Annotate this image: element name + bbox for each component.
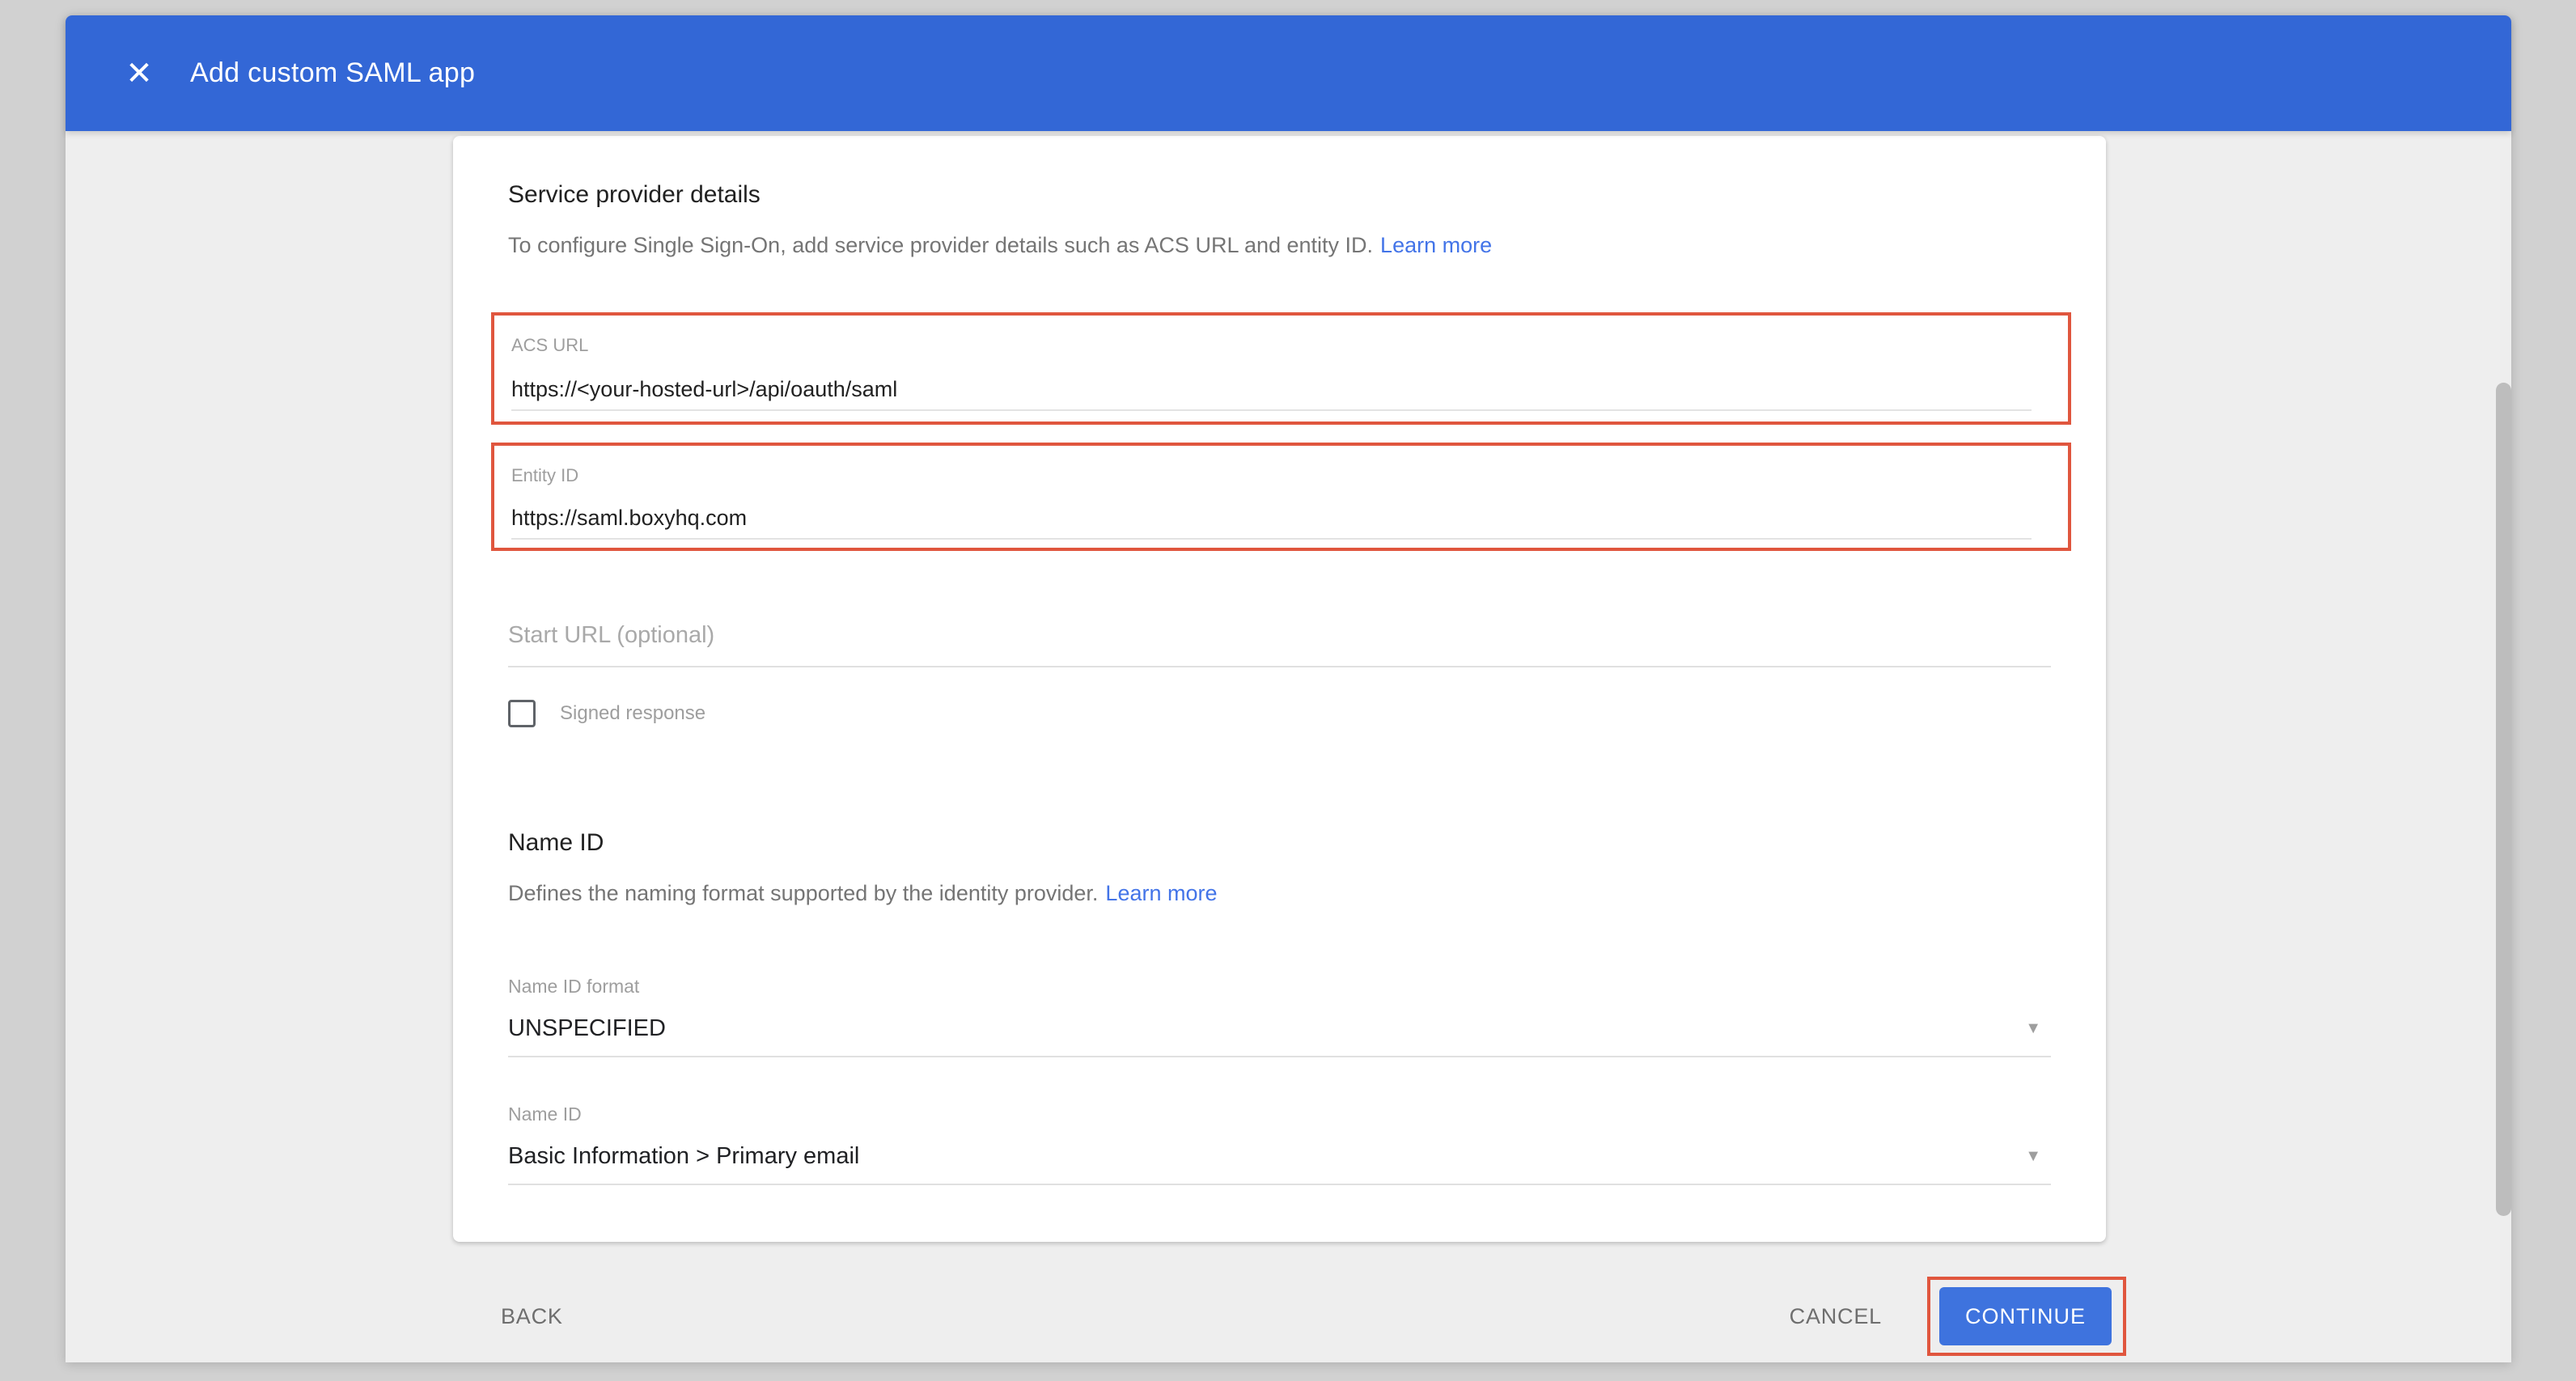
chevron-down-icon: ▼ [2025,1147,2041,1166]
chevron-down-icon: ▼ [2025,1019,2041,1038]
section-heading-name-id: Name ID [508,828,2051,858]
name-id-select[interactable]: Basic Information > Primary email ▼ [508,1142,2051,1171]
learn-more-link-service-provider[interactable]: Learn more [1380,233,1492,257]
select-underline [508,1184,2051,1185]
footer-right-actions: CANCEL CONTINUE [1778,1277,2126,1356]
name-id-description: Defines the naming format supported by t… [508,879,2051,907]
close-icon: ✕ [125,57,153,90]
acs-url-label: ACS URL [511,335,2068,356]
close-button[interactable]: ✕ [111,45,167,102]
annotation-highlight-acs-url: ACS URL [491,312,2071,425]
section-heading-service-provider-details: Service provider details [508,180,2051,210]
learn-more-link-name-id[interactable]: Learn more [1105,881,1217,905]
acs-url-field: ACS URL [511,335,2068,411]
cancel-button[interactable]: CANCEL [1778,1296,1893,1337]
signed-response-row: Signed response [508,700,2051,727]
continue-button[interactable]: CONTINUE [1939,1287,2112,1345]
start-url-field [508,621,2051,667]
annotation-highlight-continue: CONTINUE [1927,1277,2126,1356]
signed-response-checkbox[interactable] [508,700,536,727]
screen: ✕ Add custom SAML app Service provider d… [0,0,2576,1381]
acs-url-input[interactable] [511,375,2032,411]
name-id-description-text: Defines the naming format supported by t… [508,881,1098,905]
service-provider-description: To configure Single Sign-On, add service… [508,231,2051,259]
back-button[interactable]: BACK [489,1296,574,1337]
select-underline [508,1056,2051,1057]
service-provider-description-text: To configure Single Sign-On, add service… [508,233,1373,257]
name-id-format-label: Name ID format [508,975,2051,998]
add-custom-saml-app-dialog: ✕ Add custom SAML app Service provider d… [66,15,2511,1362]
dialog-title: Add custom SAML app [190,57,475,89]
name-id-format-value: UNSPECIFIED [508,1014,666,1043]
dialog-footer: BACK CANCEL CONTINUE [489,1278,2126,1354]
vertical-scrollbar-thumb[interactable] [2496,383,2511,1216]
entity-id-field: Entity ID [511,465,2068,540]
dialog-header: ✕ Add custom SAML app [66,15,2511,131]
annotation-highlight-entity-id: Entity ID [491,443,2071,551]
service-provider-card: Service provider details To configure Si… [453,136,2106,1242]
start-url-input[interactable] [508,621,2051,667]
dialog-body: Service provider details To configure Si… [66,131,2511,1362]
name-id-value: Basic Information > Primary email [508,1142,859,1171]
name-id-format-select[interactable]: UNSPECIFIED ▼ [508,1014,2051,1043]
name-id-label: Name ID [508,1103,2051,1125]
signed-response-label: Signed response [560,702,705,725]
entity-id-input[interactable] [511,504,2032,540]
entity-id-label: Entity ID [511,465,2068,486]
